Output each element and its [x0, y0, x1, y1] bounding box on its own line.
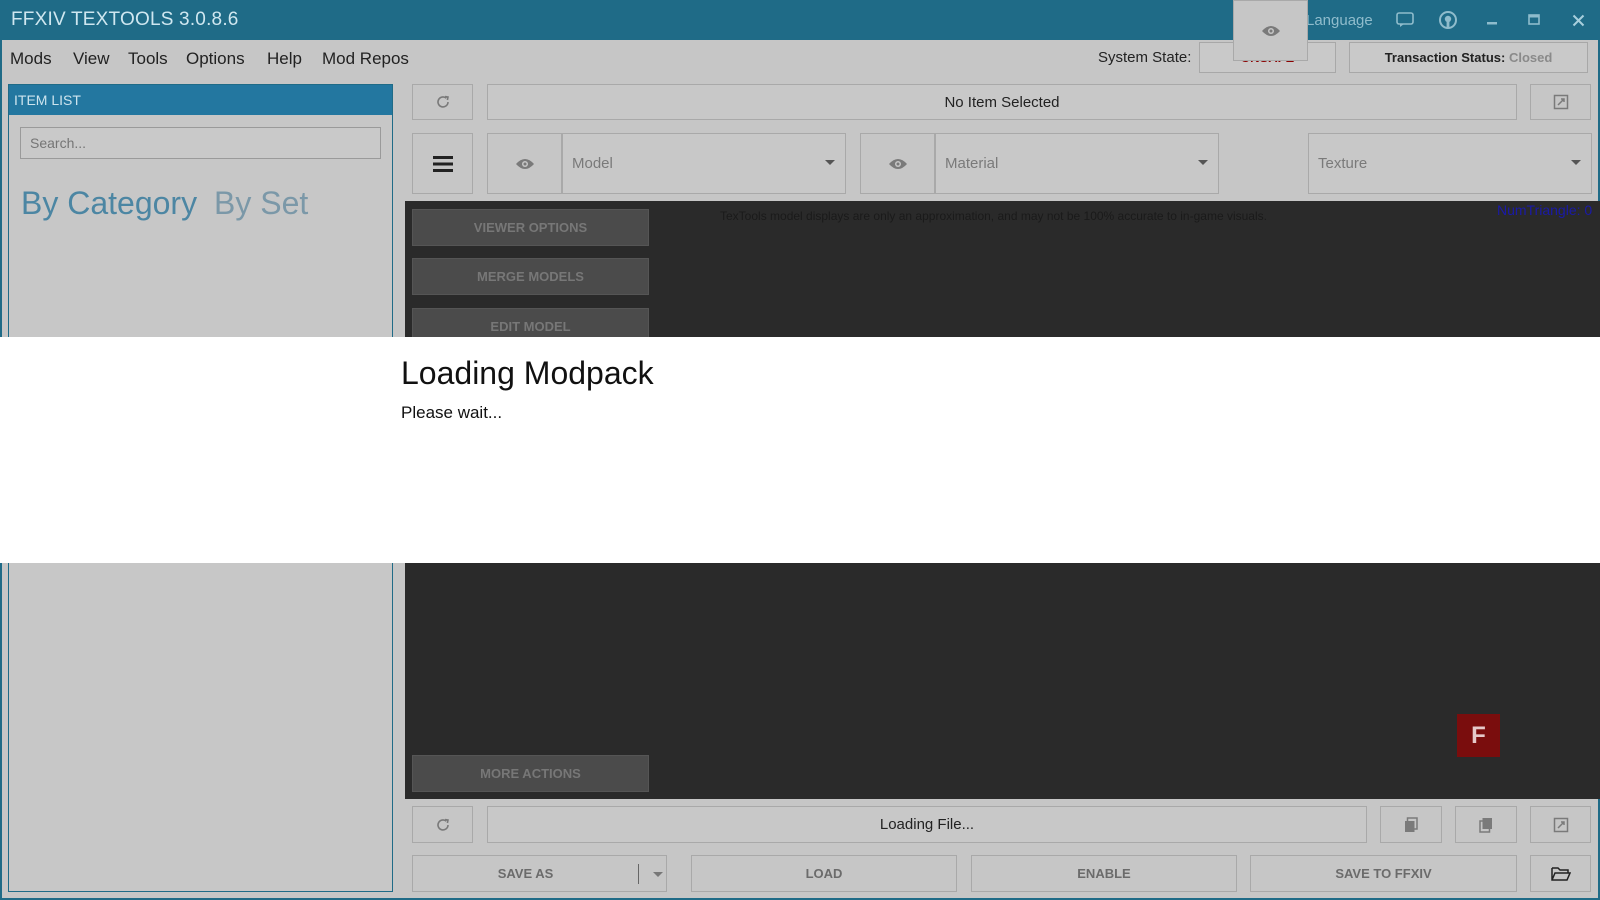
menu-mod-repos[interactable]: Mod Repos: [322, 49, 409, 69]
duplicate-icon: [1479, 817, 1492, 833]
open-file-external-button[interactable]: [1530, 806, 1591, 843]
dialog-title: Loading Modpack: [401, 355, 654, 391]
model-visibility-button[interactable]: [487, 133, 562, 194]
eye-icon: [1261, 25, 1280, 36]
github-icon[interactable]: [1438, 10, 1458, 30]
loading-dialog: Loading Modpack Please wait...: [0, 337, 1600, 563]
close-icon[interactable]: [1568, 10, 1588, 30]
material-dropdown-value: Material: [945, 155, 999, 172]
chevron-down-icon: [1571, 160, 1581, 165]
chevron-down-icon[interactable]: [653, 872, 663, 877]
triangle-count: NumTriangle: 0: [1497, 202, 1593, 218]
window-title: FFXIV TEXTOOLS 3.0.8.6: [11, 9, 239, 30]
open-folder-button[interactable]: [1530, 855, 1591, 892]
copy-icon: [1405, 816, 1418, 832]
app-window: FFXIV TEXTOOLS 3.0.8.6 Language Mods Vie…: [0, 0, 1600, 900]
item-list-header: ITEM LIST: [9, 85, 392, 115]
copy-path-button[interactable]: [1380, 806, 1442, 843]
refresh-icon: [436, 818, 449, 831]
transaction-status-value: Closed: [1508, 50, 1553, 65]
save-to-ffxiv-button[interactable]: SAVE TO FFXIV: [1250, 855, 1517, 892]
external-edit-icon: [1553, 94, 1568, 110]
dialog-message: Please wait...: [401, 403, 503, 422]
viewer-notice: TexTools model displays are only an appr…: [720, 209, 1267, 223]
search-input[interactable]: [20, 127, 381, 159]
transaction-status-label: Transaction Status:: [1384, 50, 1506, 65]
save-as-button[interactable]: SAVE AS: [412, 855, 667, 892]
maximize-icon[interactable]: [1524, 10, 1544, 30]
model-dropdown-value: Model: [572, 155, 613, 172]
loading-file-field: Loading File...: [487, 806, 1367, 843]
menu-options[interactable]: Options: [186, 49, 245, 69]
external-edit-icon: [1553, 817, 1568, 832]
model-dropdown[interactable]: Model: [562, 133, 846, 194]
load-button[interactable]: LOAD: [691, 855, 957, 892]
file-refresh-button[interactable]: [412, 806, 473, 843]
hamburger-menu-button[interactable]: [412, 133, 473, 194]
folder-open-icon: [1550, 866, 1571, 881]
tab-by-set[interactable]: By Set: [214, 185, 308, 222]
copy-file-button[interactable]: [1455, 806, 1517, 843]
refresh-icon: [436, 95, 449, 108]
hamburger-icon: [432, 155, 453, 172]
material-dropdown[interactable]: Material: [935, 133, 1219, 194]
texture-visibility-button[interactable]: [1233, 0, 1308, 61]
eye-icon: [515, 158, 534, 169]
selected-item-field: No Item Selected: [487, 84, 1517, 120]
save-as-label: SAVE AS: [497, 866, 554, 881]
merge-models-button[interactable]: MERGE MODELS: [412, 258, 649, 295]
eye-icon: [888, 158, 907, 169]
more-actions-button[interactable]: MORE ACTIONS: [412, 755, 649, 792]
title-bar: FFXIV TEXTOOLS 3.0.8.6 Language: [0, 0, 1600, 40]
f-badge-icon: F: [1457, 714, 1500, 757]
menu-tools[interactable]: Tools: [128, 49, 168, 69]
open-external-button[interactable]: [1530, 84, 1591, 120]
menu-view[interactable]: View: [73, 49, 110, 69]
discord-icon[interactable]: [1395, 10, 1415, 30]
menu-help[interactable]: Help: [267, 49, 302, 69]
enable-button[interactable]: ENABLE: [971, 855, 1237, 892]
system-state-label: System State:: [1098, 49, 1192, 66]
minimize-icon[interactable]: [1482, 10, 1502, 30]
transaction-status-button[interactable]: Transaction Status: Closed: [1349, 42, 1588, 73]
chevron-down-icon: [825, 160, 835, 165]
refresh-button[interactable]: [412, 84, 473, 120]
save-as-divider: [638, 864, 639, 884]
menu-mods[interactable]: Mods: [10, 49, 52, 69]
texture-dropdown[interactable]: Texture: [1308, 133, 1592, 194]
tab-by-category[interactable]: By Category: [21, 185, 197, 222]
language-button[interactable]: Language: [1306, 12, 1373, 29]
chevron-down-icon: [1198, 160, 1208, 165]
material-visibility-button[interactable]: [860, 133, 935, 194]
texture-dropdown-value: Texture: [1318, 155, 1368, 172]
viewer-options-button[interactable]: VIEWER OPTIONS: [412, 209, 649, 246]
